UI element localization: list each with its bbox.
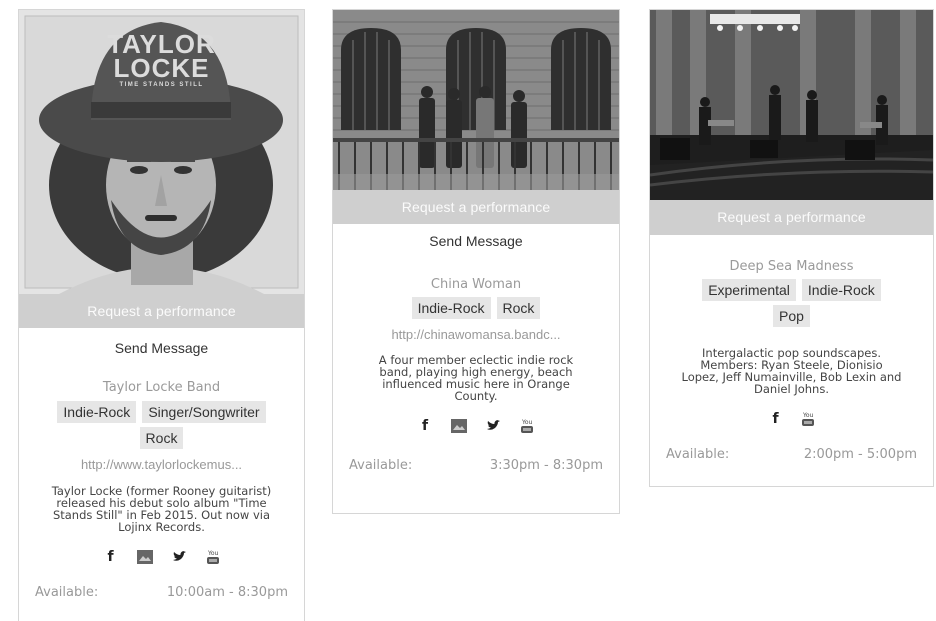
request-performance-button[interactable]: Request a performance <box>19 294 304 328</box>
genre-tag[interactable]: Indie-Rock <box>57 401 137 423</box>
svg-text:You: You <box>207 550 219 557</box>
artist-photo[interactable] <box>650 10 933 200</box>
genre-tag[interactable]: Experimental <box>702 279 796 301</box>
social-links: f You <box>333 416 619 436</box>
genre-tag[interactable]: Indie-Rock <box>801 279 881 301</box>
artist-photo[interactable] <box>333 10 619 190</box>
image-icon[interactable] <box>451 418 467 434</box>
availability: Available: 3:30pm - 8:30pm <box>333 458 619 473</box>
svg-text:You: You <box>802 412 814 419</box>
facebook-icon[interactable]: f <box>768 411 784 427</box>
availability-label: Available: <box>666 447 730 462</box>
genre-tag[interactable]: Indie-Rock <box>411 297 491 319</box>
availability-label: Available: <box>349 458 413 473</box>
twitter-icon[interactable] <box>171 549 187 565</box>
artist-card-taylor-locke: TAYLOR LOCKE TIME STANDS STILL Request a… <box>18 9 305 621</box>
genre-tags: Experimental Indie-Rock Pop <box>650 279 933 327</box>
youtube-icon[interactable]: You <box>519 418 535 434</box>
image-icon[interactable] <box>136 549 153 565</box>
band-name[interactable]: Taylor Locke Band <box>19 380 304 395</box>
request-performance-button[interactable]: Request a performance <box>333 190 619 224</box>
band-description: Intergalactic pop soundscapes. Members: … <box>681 346 902 396</box>
availability-time: 10:00am - 8:30pm <box>166 585 288 600</box>
svg-text:You: You <box>521 419 533 426</box>
availability: Available: 10:00am - 8:30pm <box>19 585 304 600</box>
band-description: A four member eclectic indie rock band, … <box>378 353 574 403</box>
facebook-icon[interactable]: f <box>103 549 119 565</box>
genre-tag[interactable]: Pop <box>773 305 810 327</box>
artist-photo[interactable]: TAYLOR LOCKE TIME STANDS STILL <box>19 10 304 294</box>
band-description: Taylor Locke (former Rooney guitarist) r… <box>51 484 272 534</box>
artist-card-deep-sea-madness: Request a performance Deep Sea Madness E… <box>649 9 934 487</box>
genre-tag[interactable]: Rock <box>139 427 184 449</box>
genre-tags: Indie-Rock Rock <box>333 297 619 319</box>
request-performance-button[interactable]: Request a performance <box>650 200 933 235</box>
website-link[interactable]: http://www.taylorlockemus... <box>19 457 304 472</box>
website-link[interactable]: http://chinawomansa.bandc... <box>333 327 619 342</box>
social-links: f You <box>650 409 933 429</box>
facebook-icon[interactable]: f <box>417 418 433 434</box>
social-links: f You <box>19 547 304 567</box>
artist-photo-image <box>333 10 619 190</box>
twitter-icon[interactable] <box>485 418 501 434</box>
availability-time: 2:00pm - 5:00pm <box>803 447 917 462</box>
artist-photo-image <box>650 10 933 200</box>
genre-tags: Indie-Rock Singer/Songwriter Rock <box>19 401 304 449</box>
availability: Available: 2:00pm - 5:00pm <box>650 447 933 462</box>
genre-tag[interactable]: Singer/Songwriter <box>142 401 266 423</box>
artist-card-china-woman: Request a performance Send Message China… <box>332 9 620 514</box>
band-name[interactable]: China Woman <box>333 277 619 292</box>
availability-time: 3:30pm - 8:30pm <box>489 458 603 473</box>
send-message-link[interactable]: Send Message <box>19 340 304 358</box>
genre-tag[interactable]: Rock <box>496 297 541 319</box>
hat-logo-text: TAYLOR LOCKE TIME STANDS STILL <box>107 29 216 88</box>
availability-label: Available: <box>35 585 99 600</box>
send-message-link[interactable]: Send Message <box>333 233 619 251</box>
youtube-icon[interactable]: You <box>205 549 221 565</box>
band-name[interactable]: Deep Sea Madness <box>650 259 933 274</box>
youtube-icon[interactable]: You <box>800 411 816 427</box>
